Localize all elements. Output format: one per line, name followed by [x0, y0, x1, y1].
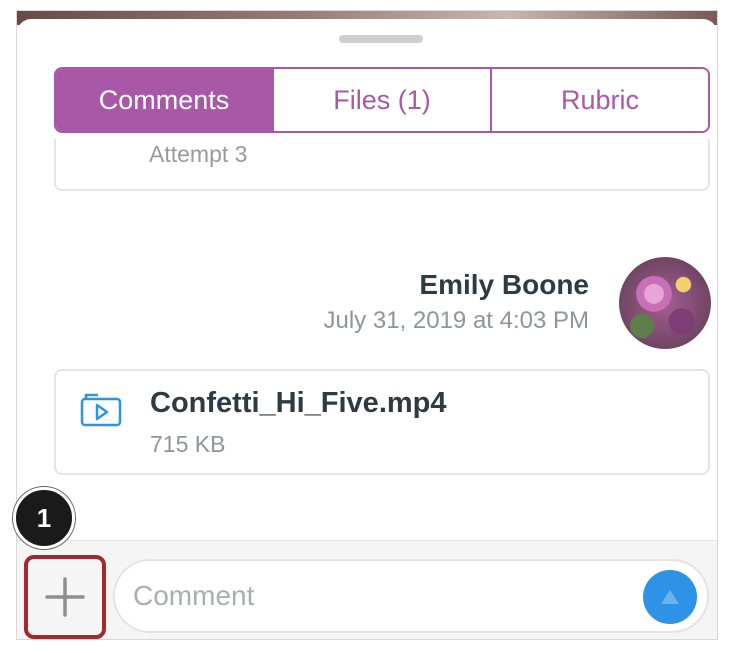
comment-field — [113, 559, 709, 633]
attachment-card[interactable]: Confetti_Hi_Five.mp4 715 KB — [54, 369, 710, 475]
comment-composer — [17, 540, 717, 639]
tab-rubric[interactable]: Rubric — [490, 69, 708, 131]
user-avatar[interactable] — [619, 257, 711, 349]
send-arrow-icon — [661, 590, 679, 604]
comment-date: July 31, 2019 at 4:03 PM — [323, 307, 590, 334]
plus-icon — [45, 577, 85, 617]
app-window: Comments Files (1) Rubric Attempt 3 Emil… — [16, 10, 718, 640]
attempt-label: Attempt 3 — [149, 141, 248, 167]
comment-header: Emily Boone July 31, 2019 at 4:03 PM — [324, 269, 590, 335]
segmented-control: Comments Files (1) Rubric — [54, 67, 710, 133]
attachment-name: Confetti_Hi_Five.mp4 — [150, 387, 447, 419]
comment-input[interactable] — [133, 571, 613, 621]
step-number-badge: 1 — [13, 487, 75, 549]
send-button[interactable] — [643, 570, 697, 624]
drag-handle[interactable] — [339, 35, 423, 43]
tab-comments[interactable]: Comments — [56, 69, 272, 131]
add-attachment-button[interactable] — [24, 555, 106, 639]
previous-attempt-card[interactable]: Attempt 3 — [54, 139, 710, 191]
video-file-icon — [80, 393, 122, 427]
attachment-size: 715 KB — [150, 431, 226, 457]
tab-files[interactable]: Files (1) — [272, 69, 490, 131]
author-name: Emily Boone — [419, 269, 589, 300]
